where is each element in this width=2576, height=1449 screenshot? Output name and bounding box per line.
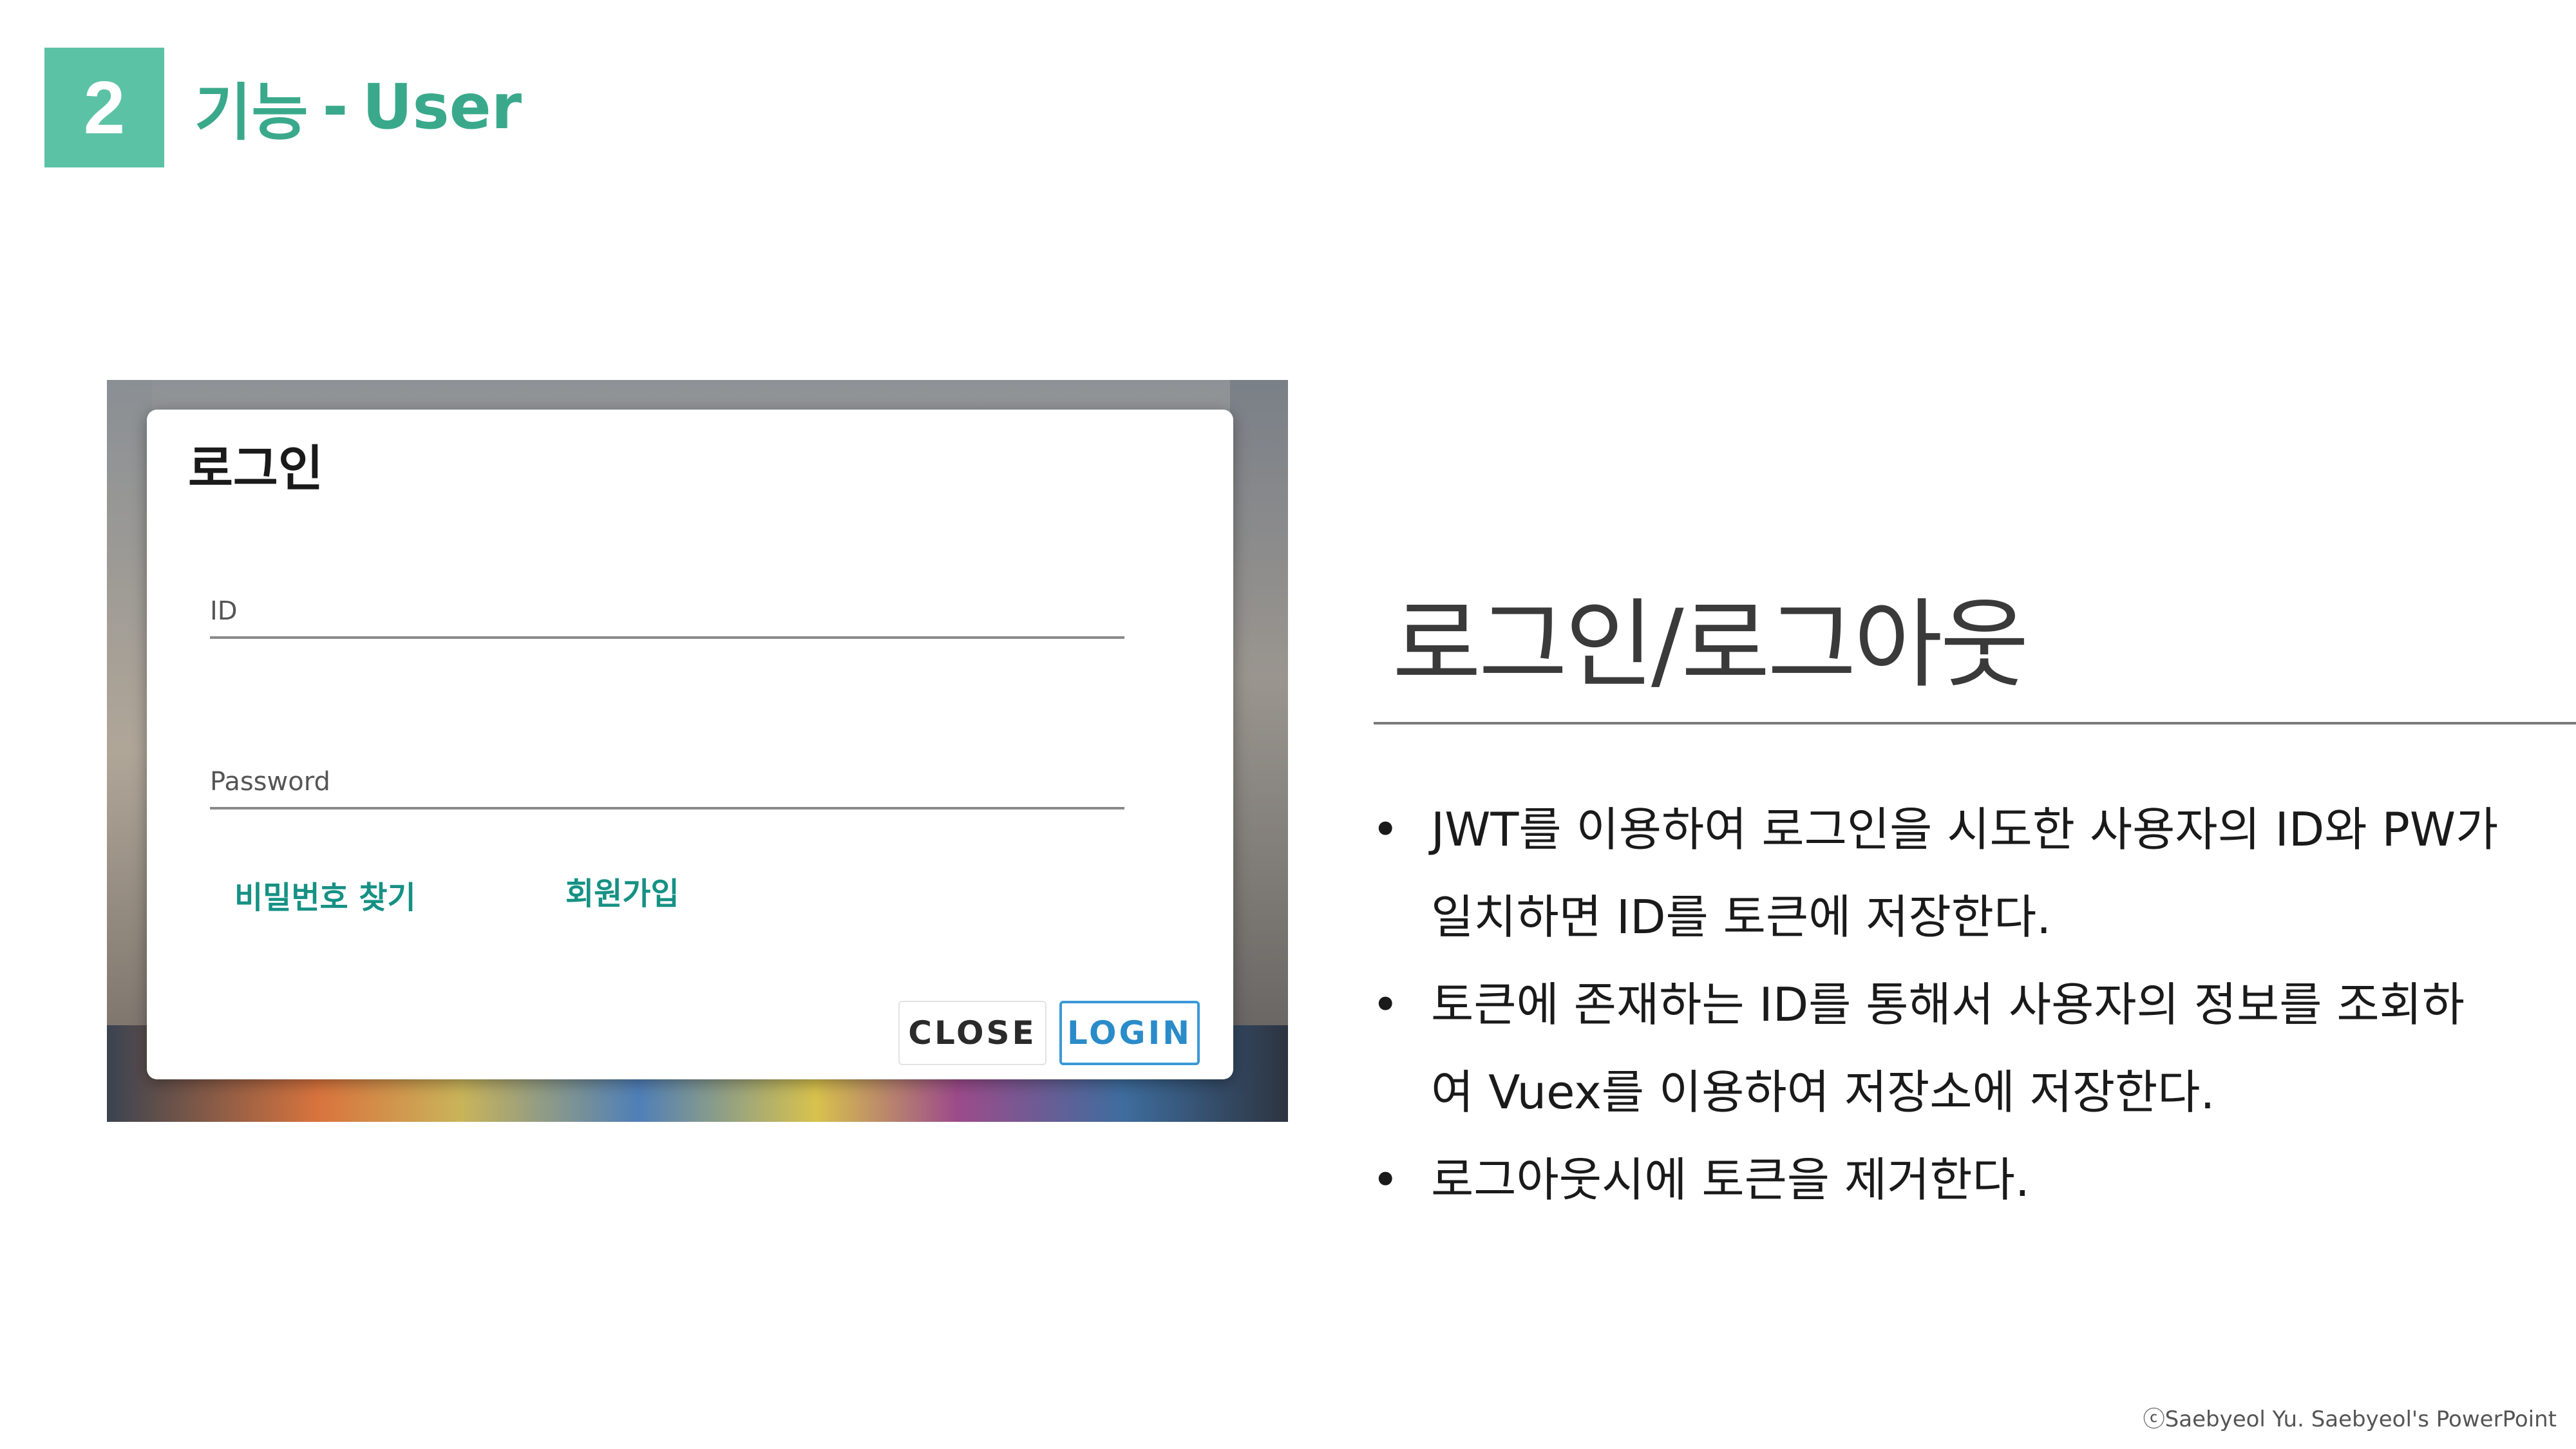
section-title-ko: 기능 [194, 76, 308, 149]
id-input[interactable] [210, 564, 1124, 636]
section-title: 기능 - User [194, 62, 522, 152]
login-dialog: 로그인 ID Password 비밀번호 찾기 회원가입 CLOSE LOGIN [147, 410, 1233, 1079]
dialog-title: 로그인 [188, 440, 323, 497]
id-field[interactable]: ID [210, 564, 1124, 639]
bullet-text: 토큰에 존재하는 ID를 통해서 사용자의 정보를 조회하여 Vuex를 이용하… [1431, 978, 2465, 1119]
background-photo-left [107, 380, 152, 1122]
login-screenshot: 로그인 ID Password 비밀번호 찾기 회원가입 CLOSE LOGIN [107, 380, 1288, 1122]
password-field[interactable]: Password [210, 735, 1124, 810]
bullet-dot: • [1372, 1153, 1399, 1207]
bullet-item: • 토큰에 존재하는 ID를 통해서 사용자의 정보를 조회하여 Vuex를 이… [1372, 961, 2505, 1136]
login-button[interactable]: LOGIN [1059, 1001, 1200, 1065]
topic-bullets: • JWT를 이용하여 로그인을 시도한 사용자의 ID와 PW가 일치하면 I… [1372, 786, 2505, 1224]
copyright-notice: ⓒSaebyeol Yu. Saebyeol's PowerPoint [2143, 1406, 2557, 1432]
section-title-en: User [362, 71, 522, 143]
find-password-link[interactable]: 비밀번호 찾기 [234, 872, 416, 917]
bullet-text: JWT를 이용하여 로그인을 시도한 사용자의 ID와 PW가 일치하면 ID를… [1431, 802, 2499, 944]
signup-link[interactable]: 회원가입 [565, 868, 679, 913]
section-number-badge: 2 [44, 48, 164, 167]
topic-title: 로그인/로그아웃 [1392, 589, 2029, 701]
password-input[interactable] [210, 735, 1124, 807]
section-title-separator: - [322, 71, 348, 143]
bullet-item: • JWT를 이용하여 로그인을 시도한 사용자의 ID와 PW가 일치하면 I… [1372, 786, 2505, 961]
slide: 2 기능 - User 로그인 ID Password 비밀번호 찾기 회원가입… [0, 0, 2576, 1449]
bullet-text: 로그아웃시에 토큰을 제거한다. [1431, 1153, 2030, 1207]
bullet-dot: • [1372, 978, 1399, 1032]
topic-divider [1374, 722, 2576, 724]
bullet-item: • 로그아웃시에 토큰을 제거한다. [1372, 1136, 2505, 1224]
bullet-dot: • [1372, 802, 1399, 857]
close-button[interactable]: CLOSE [898, 1001, 1046, 1065]
background-photo-right [1230, 380, 1288, 1122]
